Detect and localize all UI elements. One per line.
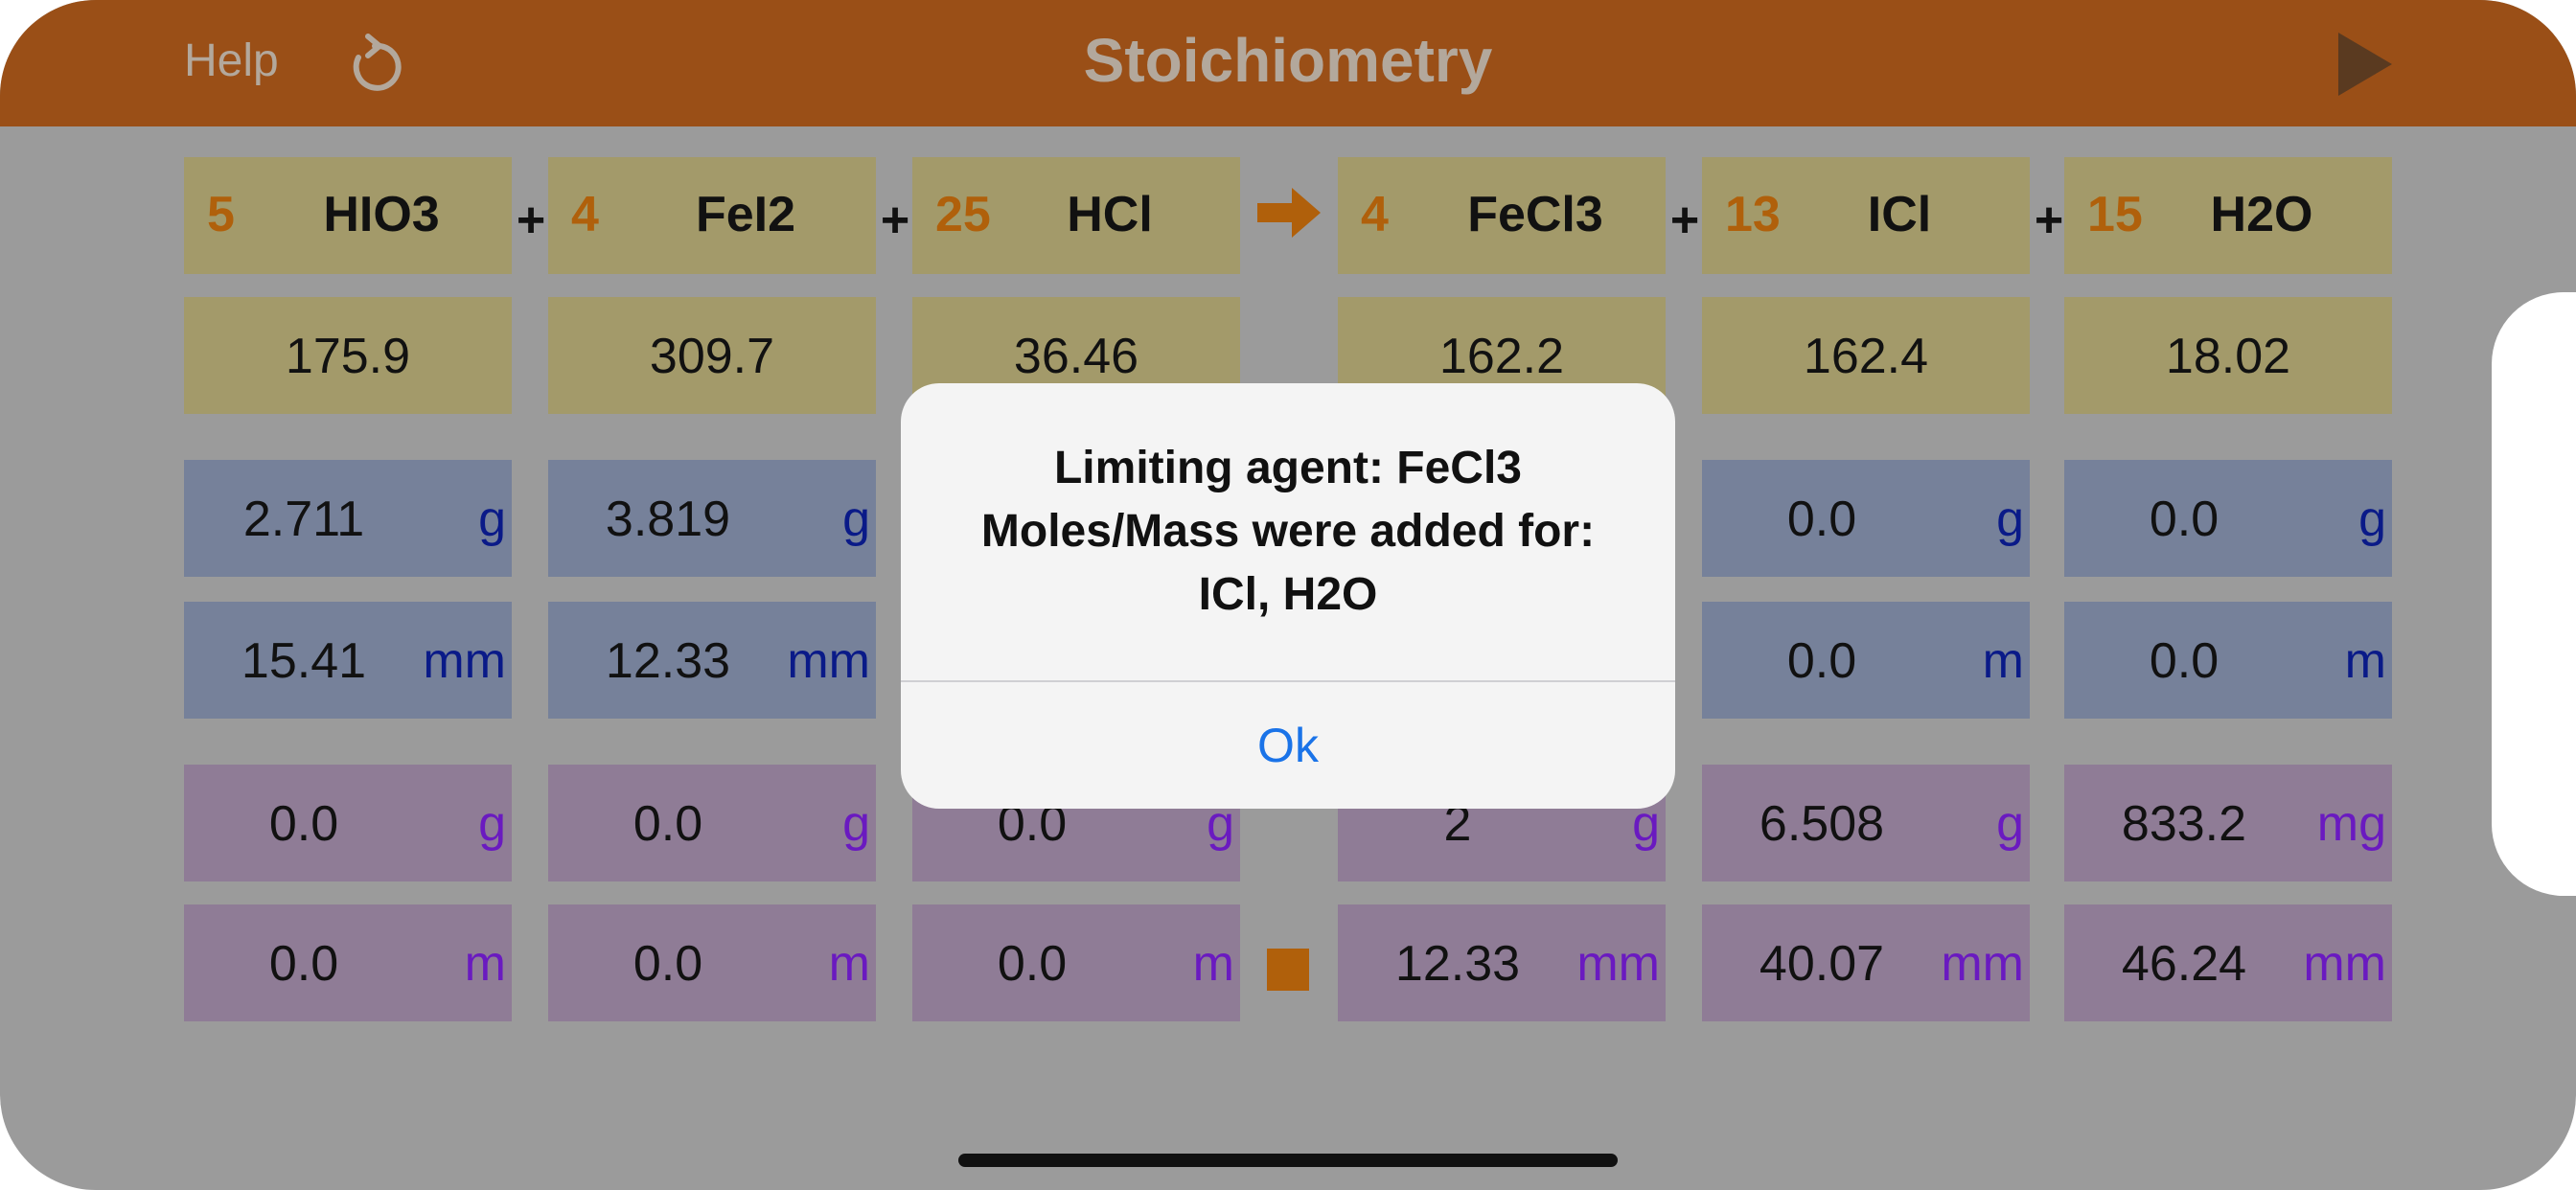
input-moles-field[interactable]: 0.0 m bbox=[2064, 602, 2392, 719]
molar-mass-cell: 162.4 bbox=[1702, 297, 2030, 414]
result-mass-field[interactable]: 0.0 g bbox=[548, 765, 876, 881]
alert-line-1: Limiting agent: FeCl3 bbox=[1053, 443, 1522, 493]
field-value: 12.33 bbox=[1394, 936, 1521, 992]
result-moles-field[interactable]: 0.0 m bbox=[548, 904, 876, 1021]
unit-label[interactable]: mm bbox=[1941, 935, 2024, 993]
field-value: 6.508 bbox=[1759, 796, 1885, 852]
unit-label[interactable]: g bbox=[2358, 491, 2386, 548]
molar-mass-value: 309.7 bbox=[649, 329, 775, 384]
result-mass-field[interactable]: 6.508 g bbox=[1702, 765, 2030, 881]
coefficient: 4 bbox=[1361, 187, 1389, 242]
molar-mass-cell: 175.9 bbox=[184, 297, 512, 414]
result-moles-field[interactable]: 0.0 m bbox=[912, 904, 1240, 1021]
plus-sign: + bbox=[880, 193, 910, 248]
field-value: 0.0 bbox=[632, 796, 703, 852]
field-value: 12.33 bbox=[605, 633, 731, 689]
alert-dialog: Limiting agent: FeCl3 Moles/Mass were ad… bbox=[901, 383, 1675, 809]
species-cell[interactable]: 15 H2O bbox=[2064, 157, 2392, 274]
plus-sign: + bbox=[1669, 193, 1700, 248]
molar-mass-cell: 18.02 bbox=[2064, 297, 2392, 414]
unit-label[interactable]: m bbox=[2345, 632, 2386, 690]
unit-label[interactable]: mm bbox=[423, 632, 506, 690]
page-title: Stoichiometry bbox=[1083, 26, 1493, 95]
alert-message: Limiting agent: FeCl3 Moles/Mass were ad… bbox=[901, 437, 1675, 627]
formula: HCl bbox=[1067, 187, 1153, 242]
ok-button[interactable]: Ok bbox=[901, 682, 1675, 809]
molar-mass-value: 18.02 bbox=[2165, 329, 2291, 384]
field-value: 0.0 bbox=[1786, 492, 1857, 547]
result-moles-field[interactable]: 46.24 mm bbox=[2064, 904, 2392, 1021]
field-value: 3.819 bbox=[605, 492, 731, 547]
result-moles-field[interactable]: 40.07 mm bbox=[1702, 904, 2030, 1021]
molar-mass-value: 36.46 bbox=[1013, 329, 1139, 384]
field-value: 0.0 bbox=[268, 936, 339, 992]
species-cell[interactable]: 25 HCl bbox=[912, 157, 1240, 274]
input-mass-field[interactable]: 0.0 g bbox=[2064, 460, 2392, 577]
formula: FeI2 bbox=[695, 187, 796, 242]
result-mass-field[interactable]: 0.0 g bbox=[184, 765, 512, 881]
field-value: 0.0 bbox=[632, 936, 703, 992]
play-icon[interactable] bbox=[2338, 33, 2392, 96]
field-value: 833.2 bbox=[2121, 796, 2247, 852]
result-moles-field[interactable]: 0.0 m bbox=[184, 904, 512, 1021]
plus-sign: + bbox=[516, 193, 546, 248]
unit-label[interactable]: g bbox=[1996, 795, 2024, 853]
molar-mass-cell: 309.7 bbox=[548, 297, 876, 414]
home-indicator bbox=[958, 1154, 1618, 1167]
field-value: 0.0 bbox=[2149, 492, 2220, 547]
molar-mass-value: 162.2 bbox=[1438, 329, 1565, 384]
field-value: 0.0 bbox=[2149, 633, 2220, 689]
unit-label[interactable]: m bbox=[1983, 632, 2024, 690]
field-value: 0.0 bbox=[997, 936, 1068, 992]
input-mass-field[interactable]: 0.0 g bbox=[1702, 460, 2030, 577]
species-cell[interactable]: 4 FeCl3 bbox=[1338, 157, 1666, 274]
coefficient: 4 bbox=[571, 187, 599, 242]
app-screen: Help Stoichiometry 5 HIO3 +4 FeI2 +25 HCl 4 FeC… bbox=[0, 0, 2576, 1190]
coefficient: 5 bbox=[207, 187, 235, 242]
plus-sign: + bbox=[2034, 193, 2064, 248]
stop-icon[interactable] bbox=[1267, 949, 1309, 991]
unit-label[interactable]: mg bbox=[2317, 795, 2386, 853]
species-cell[interactable]: 13 ICl bbox=[1702, 157, 2030, 274]
arrow-right-icon bbox=[1257, 188, 1321, 238]
field-value: 46.24 bbox=[2121, 936, 2247, 992]
molar-mass-value: 162.4 bbox=[1803, 329, 1929, 384]
result-moles-field[interactable]: 12.33 mm bbox=[1338, 904, 1666, 1021]
unit-label[interactable]: g bbox=[478, 795, 506, 853]
result-mass-field[interactable]: 833.2 mg bbox=[2064, 765, 2392, 881]
alert-line-2: Moles/Mass were added for: bbox=[980, 506, 1596, 557]
navigation-bar: Help Stoichiometry bbox=[0, 0, 2576, 126]
field-value: 0.0 bbox=[1786, 633, 1857, 689]
formula: HIO3 bbox=[323, 187, 440, 242]
field-value: 0.0 bbox=[268, 796, 339, 852]
unit-label[interactable]: g bbox=[842, 795, 870, 853]
unit-label[interactable]: mm bbox=[1576, 935, 1660, 993]
unit-label[interactable]: m bbox=[829, 935, 870, 993]
input-moles-field[interactable]: 15.41 mm bbox=[184, 602, 512, 719]
input-moles-field[interactable]: 12.33 mm bbox=[548, 602, 876, 719]
field-value: 40.07 bbox=[1759, 936, 1885, 992]
input-mass-field[interactable]: 3.819 g bbox=[548, 460, 876, 577]
unit-label[interactable]: g bbox=[842, 491, 870, 548]
unit-label[interactable]: mm bbox=[787, 632, 870, 690]
device-notch bbox=[2492, 292, 2576, 896]
species-cell[interactable]: 4 FeI2 bbox=[548, 157, 876, 274]
formula: H2O bbox=[2210, 187, 2313, 242]
unit-label[interactable]: m bbox=[465, 935, 506, 993]
formula: FeCl3 bbox=[1467, 187, 1603, 242]
unit-label[interactable]: g bbox=[1996, 491, 2024, 548]
unit-label[interactable]: m bbox=[1193, 935, 1234, 993]
species-cell[interactable]: 5 HIO3 bbox=[184, 157, 512, 274]
alert-line-3: ICl, H2O bbox=[1198, 569, 1378, 620]
unit-label[interactable]: g bbox=[478, 491, 506, 548]
input-mass-field[interactable]: 2.711 g bbox=[184, 460, 512, 577]
field-value: 15.41 bbox=[241, 633, 367, 689]
formula: ICl bbox=[1867, 187, 1932, 242]
unit-label[interactable]: mm bbox=[2303, 935, 2386, 993]
molar-mass-value: 175.9 bbox=[285, 329, 411, 384]
field-value: 2.711 bbox=[242, 492, 365, 547]
input-moles-field[interactable]: 0.0 m bbox=[1702, 602, 2030, 719]
